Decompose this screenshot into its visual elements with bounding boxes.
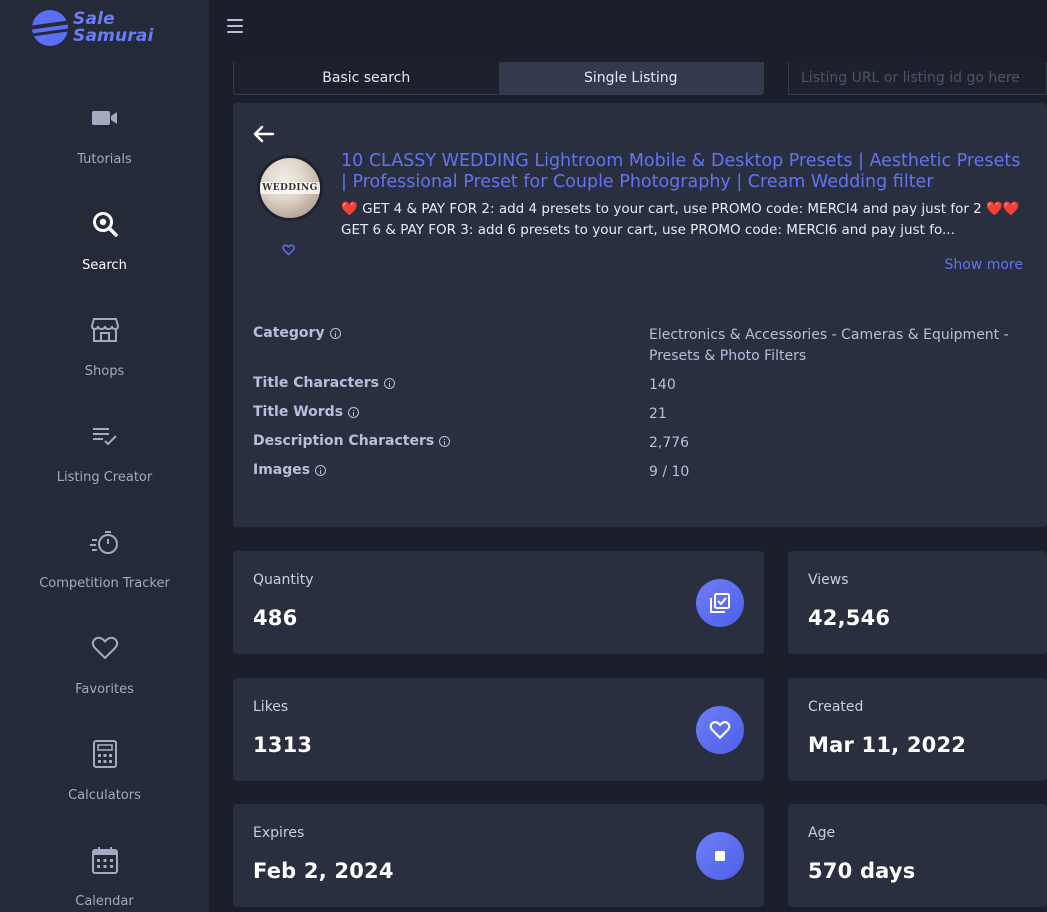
sidebar-item-calculators[interactable]: Calculators [0, 728, 209, 834]
attr-label-text: Category [253, 325, 325, 341]
stat-card-age: Age 570 days [788, 804, 1047, 907]
sidebar-item-label: Calendar [75, 894, 134, 909]
listing-details-card: WEDDING 10 CLASSY WEDDING Lightroom Mobi… [233, 103, 1047, 527]
stat-label: Created [808, 699, 864, 715]
stat-label: Views [808, 572, 849, 588]
stat-value: 42,546 [808, 606, 891, 630]
stat-value: Mar 11, 2022 [808, 733, 967, 757]
sidebar-item-label: Shops [84, 364, 125, 379]
stat-value: 570 days [808, 859, 916, 883]
stat-card-likes: Likes 1313 [233, 678, 764, 781]
main-content: Basic search Single Listing WEDDING 10 C… [209, 62, 1047, 912]
brand-line-2: Samurai [73, 26, 154, 46]
search-mode-tabs: Basic search Single Listing [233, 62, 764, 95]
sidebar-item-calendar[interactable]: Calendar [0, 834, 209, 912]
attr-label: Description Characters [253, 433, 451, 449]
attr-label-text: Title Characters [253, 375, 379, 391]
sidebar-item-label: Competition Tracker [39, 576, 170, 591]
sidebar-item-label: Search [82, 258, 127, 273]
attr-label-text: Images [253, 462, 311, 478]
thumbnail-text: WEDDING [260, 182, 320, 194]
stat-label: Expires [253, 825, 305, 841]
desc-line-2: GET 6 & PAY FOR 3: add 6 presets to your… [341, 222, 955, 238]
sidebar-item-label: Favorites [75, 682, 134, 697]
stopwatch-icon [89, 526, 121, 558]
attr-label: Category [253, 325, 341, 341]
info-icon[interactable] [315, 464, 327, 476]
sidebar: Sale Samurai Tutorials Search Shops List… [0, 0, 209, 912]
stat-card-quantity: Quantity 486 [233, 551, 764, 654]
info-icon[interactable] [383, 377, 395, 389]
stat-value: 486 [253, 606, 298, 630]
sidebar-item-search[interactable]: Search [0, 198, 209, 304]
attr-value: 21 [649, 406, 667, 422]
logo[interactable]: Sale Samurai [32, 10, 154, 46]
desc-line-1: GET 4 & PAY FOR 2: add 4 presets to your… [362, 201, 982, 217]
attr-value: 140 [649, 377, 676, 393]
info-icon[interactable] [329, 327, 341, 339]
attr-value: 2,776 [649, 435, 690, 451]
attr-label: Title Characters [253, 375, 395, 391]
listing-title-link[interactable]: 10 CLASSY WEDDING Lightroom Mobile & Des… [341, 151, 1031, 193]
menu-toggle-icon[interactable] [227, 19, 243, 33]
stop-icon [696, 832, 744, 880]
calendar-icon [89, 844, 121, 876]
info-icon[interactable] [439, 435, 451, 447]
stat-card-views: Views 42,546 [788, 551, 1047, 654]
search-icon [89, 208, 121, 240]
stat-label: Age [808, 825, 836, 841]
stat-value: 1313 [253, 733, 313, 757]
sidebar-item-label: Tutorials [77, 152, 132, 167]
attr-label-text: Description Characters [253, 433, 435, 449]
listing-description: ❤️ GET 4 & PAY FOR 2: add 4 presets to y… [341, 199, 1031, 241]
calculator-icon [89, 738, 121, 770]
stat-card-created: Created Mar 11, 2022 [788, 678, 1047, 781]
desc-emoji-start: ❤️ [341, 201, 358, 217]
listing-thumbnail[interactable]: WEDDING [257, 155, 323, 221]
info-icon[interactable] [348, 406, 360, 418]
tab-basic-search[interactable]: Basic search [234, 62, 499, 94]
tab-single-listing[interactable]: Single Listing [498, 62, 763, 94]
sidebar-item-label: Calculators [68, 788, 141, 803]
sidebar-item-shops[interactable]: Shops [0, 304, 209, 410]
desc-emoji-end: ❤️❤️ [986, 201, 1020, 217]
stat-card-expires: Expires Feb 2, 2024 [233, 804, 764, 907]
sidebar-item-competition-tracker[interactable]: Competition Tracker [0, 516, 209, 622]
attr-value: Electronics & Accessories - Cameras & Eq… [649, 327, 1009, 364]
checklist-icon [696, 579, 744, 627]
logo-text: Sale Samurai [73, 11, 154, 45]
sidebar-item-label: Listing Creator [56, 470, 153, 485]
stat-label: Likes [253, 699, 289, 715]
store-icon [89, 314, 121, 346]
sidebar-item-tutorials[interactable]: Tutorials [0, 92, 209, 198]
attr-label-text: Title Words [253, 404, 344, 420]
stat-value: Feb 2, 2024 [253, 859, 394, 883]
favorite-heart-icon[interactable] [282, 241, 296, 256]
listing-url-input[interactable] [788, 62, 1047, 95]
attr-value: 9 / 10 [649, 464, 690, 480]
logo-icon [32, 10, 68, 46]
list-check-icon [89, 420, 121, 452]
show-more-link[interactable]: Show more [945, 257, 1024, 273]
stat-label: Quantity [253, 572, 314, 588]
attr-label: Title Words [253, 404, 360, 420]
heart-icon [696, 706, 744, 754]
heart-icon [89, 632, 121, 664]
video-camera-icon [89, 102, 121, 134]
attr-label: Images [253, 462, 327, 478]
sidebar-item-listing-creator[interactable]: Listing Creator [0, 410, 209, 516]
sidebar-item-favorites[interactable]: Favorites [0, 622, 209, 728]
back-arrow-icon[interactable] [253, 125, 277, 145]
sidebar-nav: Tutorials Search Shops Listing Creator C… [0, 92, 209, 912]
